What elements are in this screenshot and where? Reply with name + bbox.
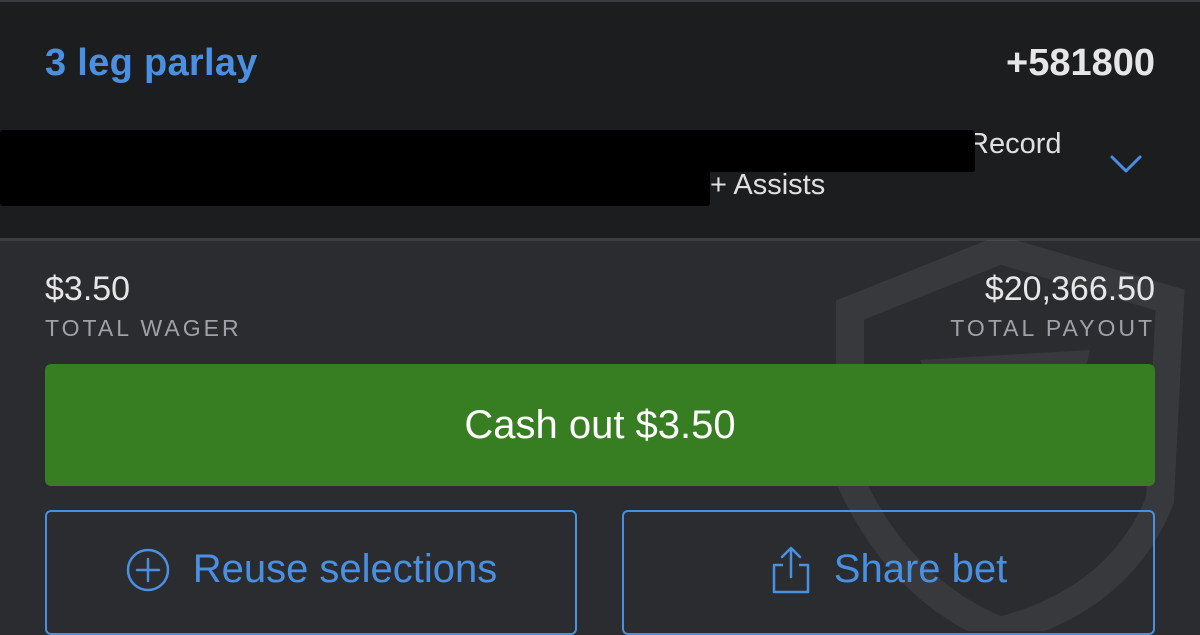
leg-description-line-2: + Assists: [710, 169, 826, 201]
total-payout-label: TOTAL PAYOUT: [950, 315, 1155, 341]
plus-circle-icon: [126, 548, 169, 591]
bet-title: 3 leg parlay: [45, 42, 258, 84]
reuse-selections-button[interactable]: Reuse selections: [45, 510, 577, 635]
total-wager-amount: $3.50: [45, 270, 131, 308]
chevron-down-icon[interactable]: [1108, 152, 1144, 176]
bet-odds: +581800: [1006, 42, 1155, 84]
share-icon: [772, 546, 810, 593]
cash-out-button[interactable]: Cash out $3.50: [45, 364, 1155, 486]
share-bet-button[interactable]: Share bet: [622, 510, 1155, 635]
reuse-selections-label: Reuse selections: [192, 547, 498, 591]
total-wager-label: TOTAL WAGER: [45, 315, 242, 341]
leg-description-line-1: Record: [968, 128, 1062, 160]
cash-out-label: Cash out $3.50: [464, 402, 736, 447]
redaction-bar: [0, 130, 975, 172]
bet-header[interactable]: 3 leg parlay +581800 Record + Assists: [0, 2, 1200, 238]
total-payout-amount: $20,366.50: [984, 270, 1155, 308]
share-bet-label: Share bet: [833, 547, 1008, 591]
redaction-bar: [0, 168, 710, 206]
